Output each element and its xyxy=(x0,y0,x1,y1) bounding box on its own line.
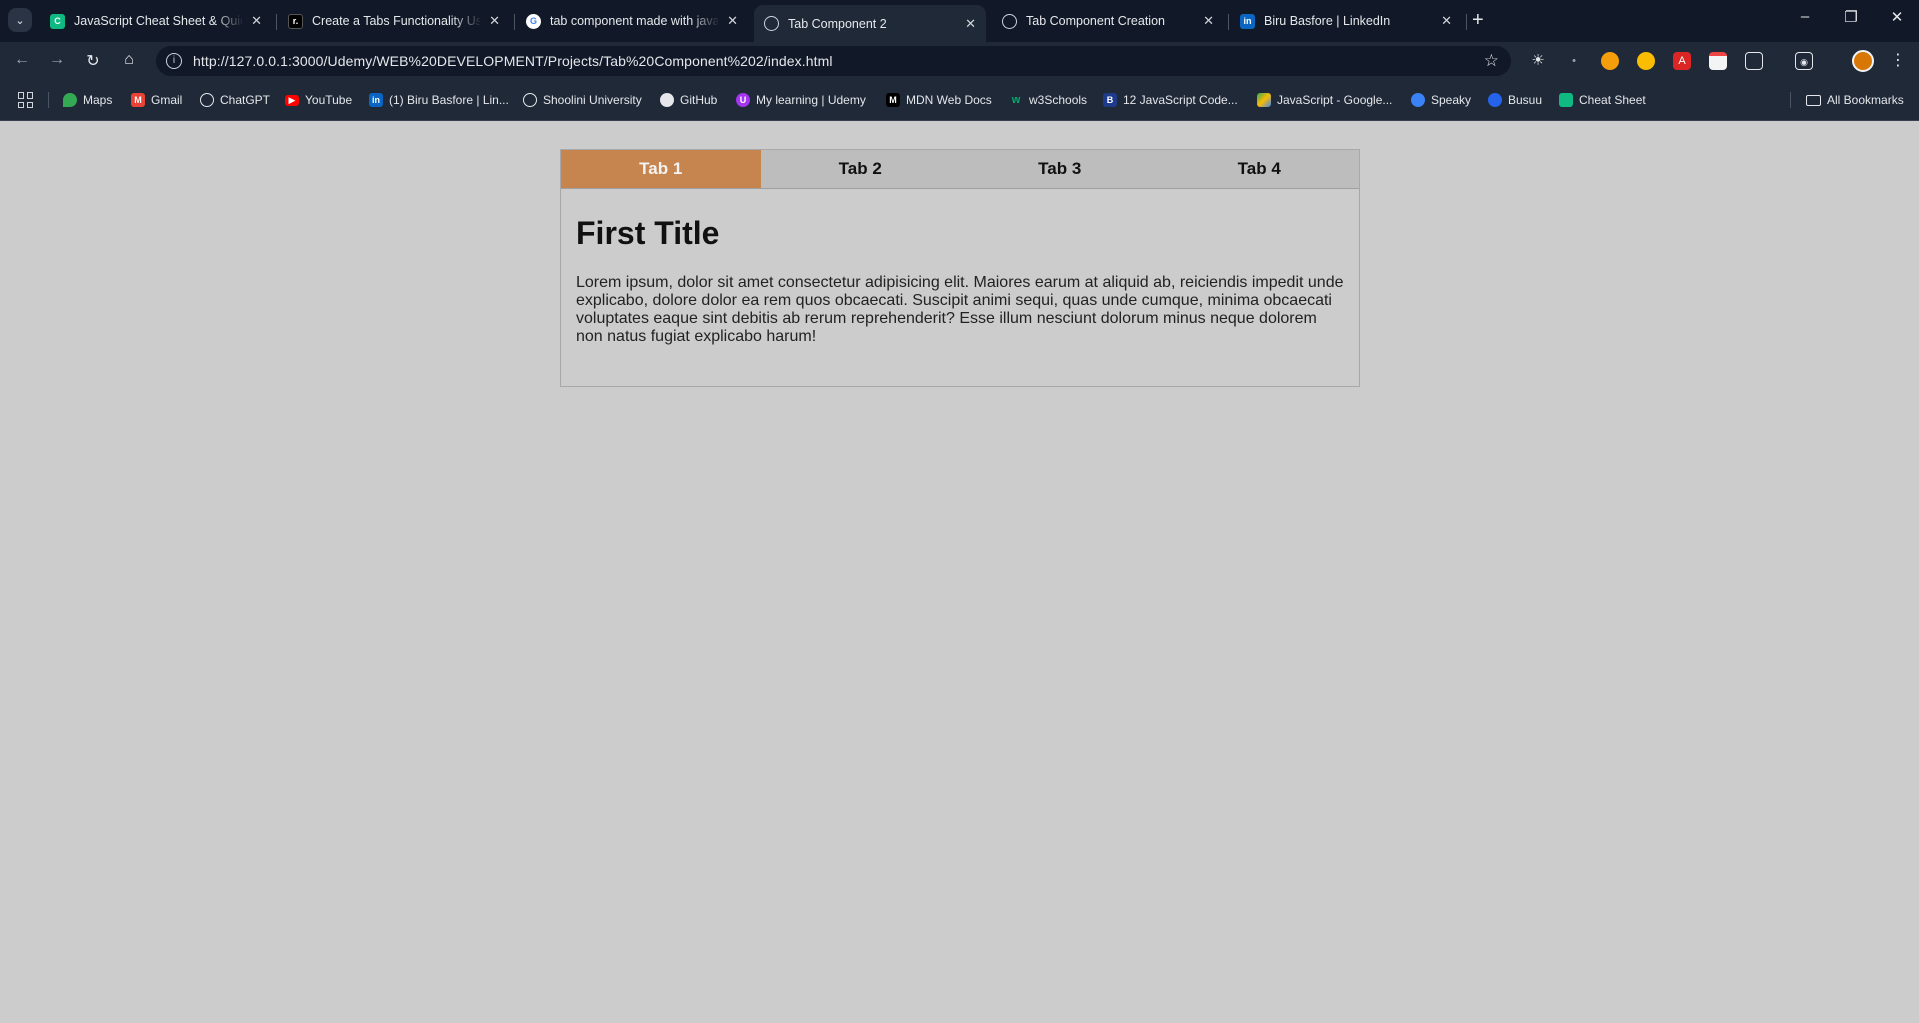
maps-icon xyxy=(63,93,77,107)
bookmark-cheat-sheet[interactable]: Cheat Sheet xyxy=(1559,90,1646,110)
tab-component: Tab 1 Tab 2 Tab 3 Tab 4 First Title Lore… xyxy=(560,149,1360,387)
bookmark-site-icon: B xyxy=(1103,93,1117,107)
dark-mode-icon[interactable]: ☀ xyxy=(1529,52,1547,70)
linkedin-favicon-icon: in xyxy=(1240,13,1255,29)
tab-list: Tab 1 Tab 2 Tab 3 Tab 4 xyxy=(561,150,1359,189)
tab-4[interactable]: Tab 4 xyxy=(1160,150,1360,188)
browser-tab-title: Tab Component Creation xyxy=(1026,14,1165,28)
bookmark-maps[interactable]: Maps xyxy=(63,90,112,110)
browser-tab[interactable]: G tab component made with java ✕ xyxy=(516,6,748,36)
chatgpt-favicon-icon xyxy=(1002,13,1017,29)
bookmark-linkedin[interactable]: in (1) Biru Basfore | Lin... xyxy=(369,90,509,110)
bookmark-gmail[interactable]: M Gmail xyxy=(131,90,182,110)
browser-chrome: ⌄ C JavaScript Cheat Sheet & Quick ✕ r. … xyxy=(0,0,1919,121)
tab-search-icon[interactable]: ⌄ xyxy=(8,8,32,32)
bookmark-busuu[interactable]: Busuu xyxy=(1488,90,1542,110)
tab-strip: ⌄ C JavaScript Cheat Sheet & Quick ✕ r. … xyxy=(0,0,1919,42)
close-tab-icon[interactable]: ✕ xyxy=(1441,13,1452,29)
all-bookmarks-folder[interactable]: All Bookmarks xyxy=(1806,90,1904,110)
bookmark-speaky[interactable]: Speaky xyxy=(1411,90,1471,110)
bookmark-github[interactable]: GitHub xyxy=(660,90,717,110)
close-tab-icon[interactable]: ✕ xyxy=(965,16,976,32)
globe-icon xyxy=(764,16,779,31)
tab-3[interactable]: Tab 3 xyxy=(960,150,1160,188)
browser-tab-title: Tab Component 2 xyxy=(788,16,887,31)
speaky-icon xyxy=(1411,93,1425,107)
url-text[interactable]: http://127.0.0.1:3000/Udemy/WEB%20DEVELO… xyxy=(193,53,833,69)
calendar-extension-icon[interactable] xyxy=(1709,52,1727,70)
close-tab-icon[interactable]: ✕ xyxy=(251,13,262,29)
bookmark-w3schools[interactable]: w w3Schools xyxy=(1009,90,1087,110)
udemy-icon: U xyxy=(736,93,750,107)
bookmark-js-code[interactable]: B 12 JavaScript Code... xyxy=(1103,90,1238,110)
linkedin-icon: in xyxy=(369,93,383,107)
folder-icon xyxy=(1806,94,1821,106)
chatgpt-icon xyxy=(200,93,214,107)
close-tab-icon[interactable]: ✕ xyxy=(1203,13,1214,29)
bookmark-youtube[interactable]: ▶ YouTube xyxy=(285,90,352,110)
cheatsheet-icon xyxy=(1559,93,1573,107)
github-icon xyxy=(660,93,674,107)
globe-icon xyxy=(523,93,537,107)
tab-2[interactable]: Tab 2 xyxy=(761,150,961,188)
mdn-icon: M xyxy=(886,93,900,107)
panel-body-text: Lorem ipsum, dolor sit amet consectetur … xyxy=(576,274,1344,345)
extension-avatar-icon[interactable] xyxy=(1601,52,1619,70)
bookmark-chatgpt[interactable]: ChatGPT xyxy=(200,90,270,110)
bookmarks-bar: Maps M Gmail ChatGPT ▶ YouTube in (1) Bi… xyxy=(0,80,1919,121)
apps-grid-icon[interactable] xyxy=(18,92,34,108)
browser-tab[interactable]: C JavaScript Cheat Sheet & Quick ✕ xyxy=(40,6,272,36)
google-drive-icon xyxy=(1257,93,1271,107)
cheatsheet-favicon-icon: C xyxy=(50,13,65,29)
close-tab-icon[interactable]: ✕ xyxy=(727,13,738,29)
browser-toolbar: ← → ↻ ⌂ i http://127.0.0.1:3000/Udemy/WE… xyxy=(0,42,1919,80)
extensions-puzzle-icon[interactable] xyxy=(1745,52,1763,70)
bookmark-star-icon[interactable]: ☆ xyxy=(1484,51,1499,71)
site-info-icon[interactable]: i xyxy=(166,53,182,69)
bookmark-udemy[interactable]: U My learning | Udemy xyxy=(736,90,866,110)
address-bar[interactable]: i http://127.0.0.1:3000/Udemy/WEB%20DEVE… xyxy=(156,46,1511,76)
home-icon[interactable]: ⌂ xyxy=(118,51,140,69)
youtube-icon: ▶ xyxy=(285,94,299,106)
extension-dot-icon[interactable]: • xyxy=(1565,52,1583,70)
panel-title: First Title xyxy=(576,215,720,251)
bookmark-google-drive[interactable]: JavaScript - Google... xyxy=(1257,90,1392,110)
close-tab-icon[interactable]: ✕ xyxy=(489,13,500,29)
tab-panel: First Title Lorem ipsum, dolor sit amet … xyxy=(561,189,1359,372)
browser-tab-active[interactable]: Tab Component 2 ✕ xyxy=(754,5,986,42)
tab-1[interactable]: Tab 1 xyxy=(561,150,761,188)
restore-icon[interactable]: ❐ xyxy=(1831,8,1871,26)
gmail-icon: M xyxy=(131,93,145,107)
profile-avatar[interactable] xyxy=(1852,50,1874,72)
browser-tab[interactable]: in Biru Basfore | LinkedIn ✕ xyxy=(1230,6,1462,36)
w3schools-icon: w xyxy=(1011,94,1021,106)
browser-tab-title: Biru Basfore | LinkedIn xyxy=(1264,14,1391,28)
minimize-icon[interactable]: – xyxy=(1785,8,1825,25)
reload-icon[interactable]: ↻ xyxy=(82,51,104,71)
back-icon[interactable]: ← xyxy=(11,51,33,69)
new-tab-icon[interactable]: + xyxy=(1472,9,1484,32)
bookmark-mdn[interactable]: M MDN Web Docs xyxy=(886,90,992,110)
extension-clock-icon[interactable] xyxy=(1637,52,1655,70)
screenshot-icon[interactable]: ◉ xyxy=(1795,52,1813,70)
busuu-icon xyxy=(1488,93,1502,107)
bookmark-shoolini[interactable]: Shoolini University xyxy=(523,90,642,110)
forward-icon[interactable]: → xyxy=(46,51,68,69)
close-window-icon[interactable]: ✕ xyxy=(1877,8,1917,26)
browser-tab[interactable]: Tab Component Creation ✕ xyxy=(992,6,1224,36)
dev-favicon-icon: r. xyxy=(288,13,303,29)
menu-kebab-icon[interactable]: ⋮ xyxy=(1889,52,1907,70)
browser-tab[interactable]: r. Create a Tabs Functionality Usin ✕ xyxy=(278,6,510,36)
google-favicon-icon: G xyxy=(526,13,541,29)
adobe-pdf-icon[interactable]: A xyxy=(1673,52,1691,70)
